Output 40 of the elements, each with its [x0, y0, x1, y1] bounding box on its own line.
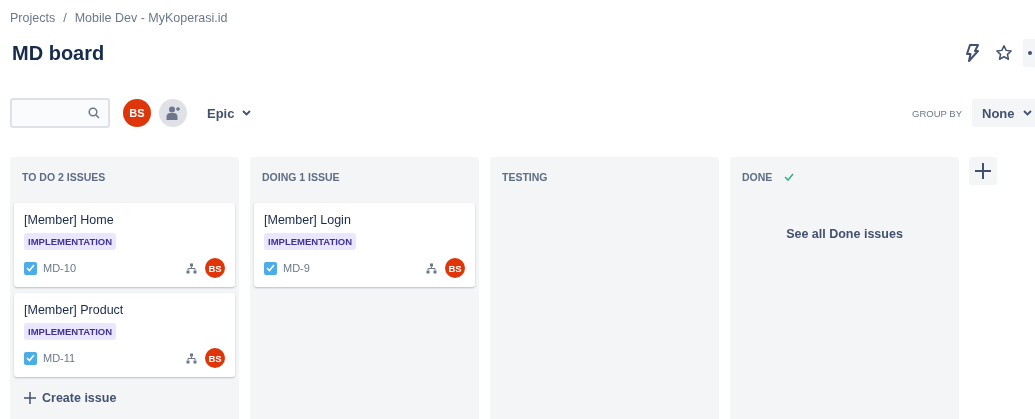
board-title: MD board: [12, 41, 105, 65]
issue-key: MD-10: [43, 262, 76, 274]
hierarchy-icon: [426, 262, 437, 274]
epic-label: IMPLEMENTATION: [24, 233, 117, 250]
plus-icon: [975, 163, 991, 179]
assignee-avatar: BS: [445, 258, 465, 278]
epic-label: IMPLEMENTATION: [264, 233, 357, 250]
epic-dropdown[interactable]: Epic: [201, 101, 258, 125]
group-by-label: GROUP BY: [912, 107, 962, 119]
assignee-avatar: BS: [205, 258, 225, 278]
issue-card[interactable]: [Member] Login IMPLEMENTATION MD-9 BS: [254, 203, 475, 287]
breadcrumb-link[interactable]: Projects: [10, 11, 56, 25]
breadcrumb-link[interactable]: Mobile Dev - MyKoperasi.id: [74, 11, 228, 25]
issue-title: [Member] Home: [24, 213, 115, 227]
user-avatar[interactable]: BS: [123, 99, 151, 127]
hierarchy-icon: [186, 352, 197, 364]
assignee-avatar: BS: [205, 348, 225, 368]
search-icon: [88, 107, 100, 119]
issue-key: MD-11: [43, 352, 76, 364]
issue-title: [Member] Login: [264, 213, 352, 227]
column-title: TESTING: [502, 171, 548, 183]
column-title: DOING 1 ISSUE: [262, 171, 340, 183]
issue-key: MD-9: [283, 262, 310, 274]
hierarchy-icon: [186, 262, 197, 274]
add-column-button[interactable]: [969, 157, 997, 185]
issue-title: [Member] Product: [24, 303, 125, 317]
plus-icon: [24, 392, 36, 404]
see-all-link[interactable]: See all Done issues: [786, 227, 903, 241]
column-title: DONE: [742, 171, 773, 183]
column-title: TO DO 2 ISSUES: [22, 171, 106, 183]
issue-card[interactable]: [Member] Product IMPLEMENTATION MD-11 BS: [14, 293, 235, 377]
add-people-icon[interactable]: [159, 99, 187, 127]
group-by-select[interactable]: None: [972, 99, 1035, 127]
breadcrumb-separator: /: [63, 11, 67, 25]
epic-label: IMPLEMENTATION: [24, 323, 117, 340]
create-issue-button[interactable]: Create issue: [14, 383, 127, 413]
chevron-down-icon: [1022, 110, 1032, 116]
chevron-down-icon: [242, 110, 252, 116]
issue-card[interactable]: [Member] Home IMPLEMENTATION MD-10 BS: [14, 203, 235, 287]
search-field[interactable]: [10, 98, 110, 128]
